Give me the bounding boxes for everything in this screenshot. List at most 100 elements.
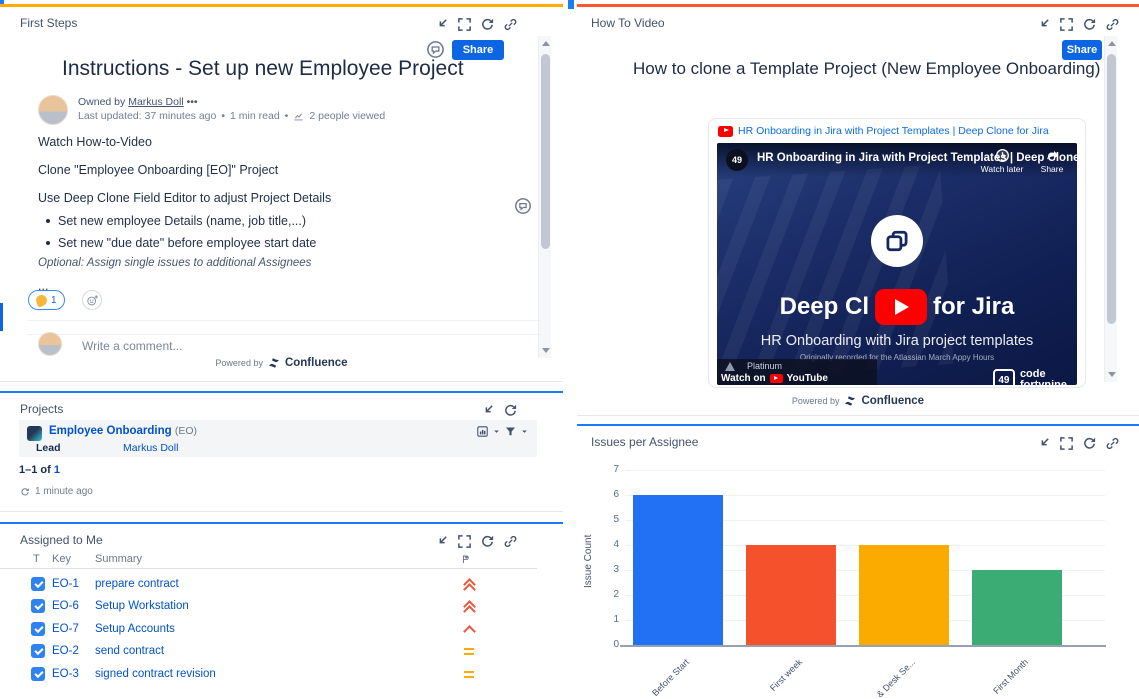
scrollbar-thumb[interactable]	[1107, 54, 1116, 324]
owner-link[interactable]: Markus Doll	[128, 96, 183, 108]
reaction-pill[interactable]: 1	[28, 290, 65, 310]
refresh-icon[interactable]	[20, 487, 30, 497]
issue-key-link[interactable]: EO-1	[52, 578, 79, 590]
col-summary[interactable]: Summary	[95, 553, 142, 565]
collapse-icon[interactable]	[480, 403, 495, 418]
bar-First Month[interactable]	[972, 570, 1062, 645]
reports-icon[interactable]	[476, 425, 489, 438]
play-button[interactable]	[875, 289, 927, 325]
scroll-up-arrow[interactable]	[542, 41, 550, 46]
collapse-icon[interactable]	[434, 534, 449, 549]
project-link[interactable]: Employee Onboarding (EO)	[49, 425, 197, 437]
issue-summary-link[interactable]: send contract	[95, 645, 164, 657]
issue-summary-link[interactable]: signed contract revision	[95, 668, 216, 680]
expand-icon[interactable]	[457, 17, 472, 32]
gadget-first-steps: First Steps Share Instructions - Set up …	[0, 4, 563, 382]
refresh-icon[interactable]	[503, 403, 518, 418]
scrollbar[interactable]	[538, 36, 551, 358]
link-icon[interactable]	[503, 534, 518, 549]
col-key[interactable]: Key	[52, 553, 71, 565]
confluence-wordmark[interactable]: Confluence	[285, 357, 348, 369]
link-icon[interactable]	[1105, 17, 1120, 32]
task-type-icon[interactable]	[31, 667, 45, 681]
scroll-up-arrow[interactable]	[1108, 41, 1116, 46]
issue-row: EO-2 send contract	[0, 641, 537, 663]
issue-key-link[interactable]: EO-6	[52, 600, 79, 612]
scrollbar-thumb[interactable]	[541, 54, 550, 249]
chevron-down-icon[interactable]	[520, 427, 529, 436]
video-player[interactable]: 49 HR Onboarding in Jira with Project Te…	[717, 143, 1077, 385]
filter-icon[interactable]	[504, 425, 517, 438]
page-meta: Last updated: 37 minutes ago • 1 min rea…	[78, 110, 385, 122]
issue-key-link[interactable]: EO-3	[52, 668, 79, 680]
refresh-icon[interactable]	[1082, 17, 1097, 32]
col-type[interactable]: T	[33, 553, 40, 565]
reaction-count: 1	[51, 295, 57, 306]
bullet-item: Set new "due date" before employee start…	[58, 236, 316, 250]
watch-on-youtube-link[interactable]: Watch on YouTube	[721, 373, 828, 384]
task-type-icon[interactable]	[31, 577, 45, 591]
share-button[interactable]: Share	[1062, 40, 1102, 60]
issue-row: EO-1 prepare contract	[0, 574, 537, 596]
comment-input[interactable]: Write a comment...	[82, 339, 182, 353]
expand-icon[interactable]	[457, 534, 472, 549]
expand-icon[interactable]	[1059, 436, 1074, 451]
refresh-icon[interactable]	[480, 534, 495, 549]
scrollbar[interactable]	[1104, 36, 1117, 382]
refresh-icon[interactable]	[1082, 436, 1097, 451]
issue-summary-link[interactable]: prepare contract	[95, 578, 179, 590]
clap-emoji-icon	[34, 293, 49, 308]
player-share-button[interactable]: Share	[1031, 148, 1073, 174]
scroll-down-arrow[interactable]	[542, 348, 550, 353]
bar-Before Start[interactable]	[633, 495, 723, 645]
youtube-icon	[770, 374, 783, 383]
collapse-icon[interactable]	[1036, 436, 1051, 451]
add-reaction-button[interactable]	[82, 290, 102, 310]
confluence-wordmark[interactable]: Confluence	[861, 395, 924, 407]
gadget-title: How To Video	[591, 16, 665, 30]
owner-avatar[interactable]	[38, 95, 68, 125]
link-icon[interactable]	[503, 17, 518, 32]
channel-avatar[interactable]: 49	[726, 149, 748, 171]
task-type-icon[interactable]	[31, 599, 45, 613]
bar-& Desk Se...[interactable]	[859, 545, 949, 645]
video-headline: Deep Cl for Jira	[717, 289, 1077, 325]
pagination-total-link[interactable]: 1	[54, 464, 60, 476]
lead-link[interactable]: Markus Doll	[123, 442, 178, 454]
collapse-icon[interactable]	[1036, 17, 1051, 32]
y-tick-label: 1	[597, 614, 619, 625]
chevron-down-icon[interactable]	[492, 427, 501, 436]
powered-by-confluence: Powered by Confluence	[577, 395, 1139, 407]
more-actions[interactable]: •••	[187, 96, 198, 108]
inline-comment-icon[interactable]	[514, 197, 532, 215]
issue-summary-link[interactable]: Setup Workstation	[95, 600, 189, 612]
issue-key-link[interactable]: EO-2	[52, 645, 79, 657]
task-type-icon[interactable]	[31, 644, 45, 658]
y-tick-label: 5	[597, 514, 619, 525]
player-header: 49 HR Onboarding in Jira with Project Te…	[717, 143, 1077, 177]
issue-summary-link[interactable]: Setup Accounts	[95, 623, 175, 635]
youtube-link[interactable]: HR Onboarding in Jira with Project Templ…	[738, 125, 1049, 137]
issue-key-link[interactable]: EO-7	[52, 623, 79, 635]
divider	[28, 334, 541, 335]
collapse-icon[interactable]	[434, 17, 449, 32]
watch-later-button[interactable]: Watch later	[977, 148, 1027, 174]
scroll-down-arrow[interactable]	[1108, 372, 1116, 377]
expand-icon[interactable]	[1059, 17, 1074, 32]
y-tick-label: 7	[597, 464, 619, 475]
bar-First week[interactable]	[746, 545, 836, 645]
table-header: T Key Summary P	[0, 552, 537, 569]
owner-byline: Owned by Markus Doll •••	[78, 96, 198, 108]
codefortynine-logo: 49 code fortynine	[993, 369, 1067, 385]
views-count[interactable]: 2 people viewed	[309, 110, 385, 122]
player-title[interactable]: HR Onboarding in Jira with Project Templ…	[757, 152, 1077, 164]
task-type-icon[interactable]	[31, 622, 45, 636]
video-heading: How to clone a Template Project (New Emp…	[633, 59, 1100, 79]
refresh-icon[interactable]	[480, 17, 495, 32]
column-edge-marker	[568, 0, 574, 9]
page-title: Instructions - Set up new Employee Proje…	[62, 57, 464, 81]
confluence-logo-icon	[268, 357, 280, 369]
project-key: (EO)	[175, 425, 197, 437]
link-icon[interactable]	[1105, 436, 1120, 451]
col-priority[interactable]: P	[462, 553, 471, 562]
